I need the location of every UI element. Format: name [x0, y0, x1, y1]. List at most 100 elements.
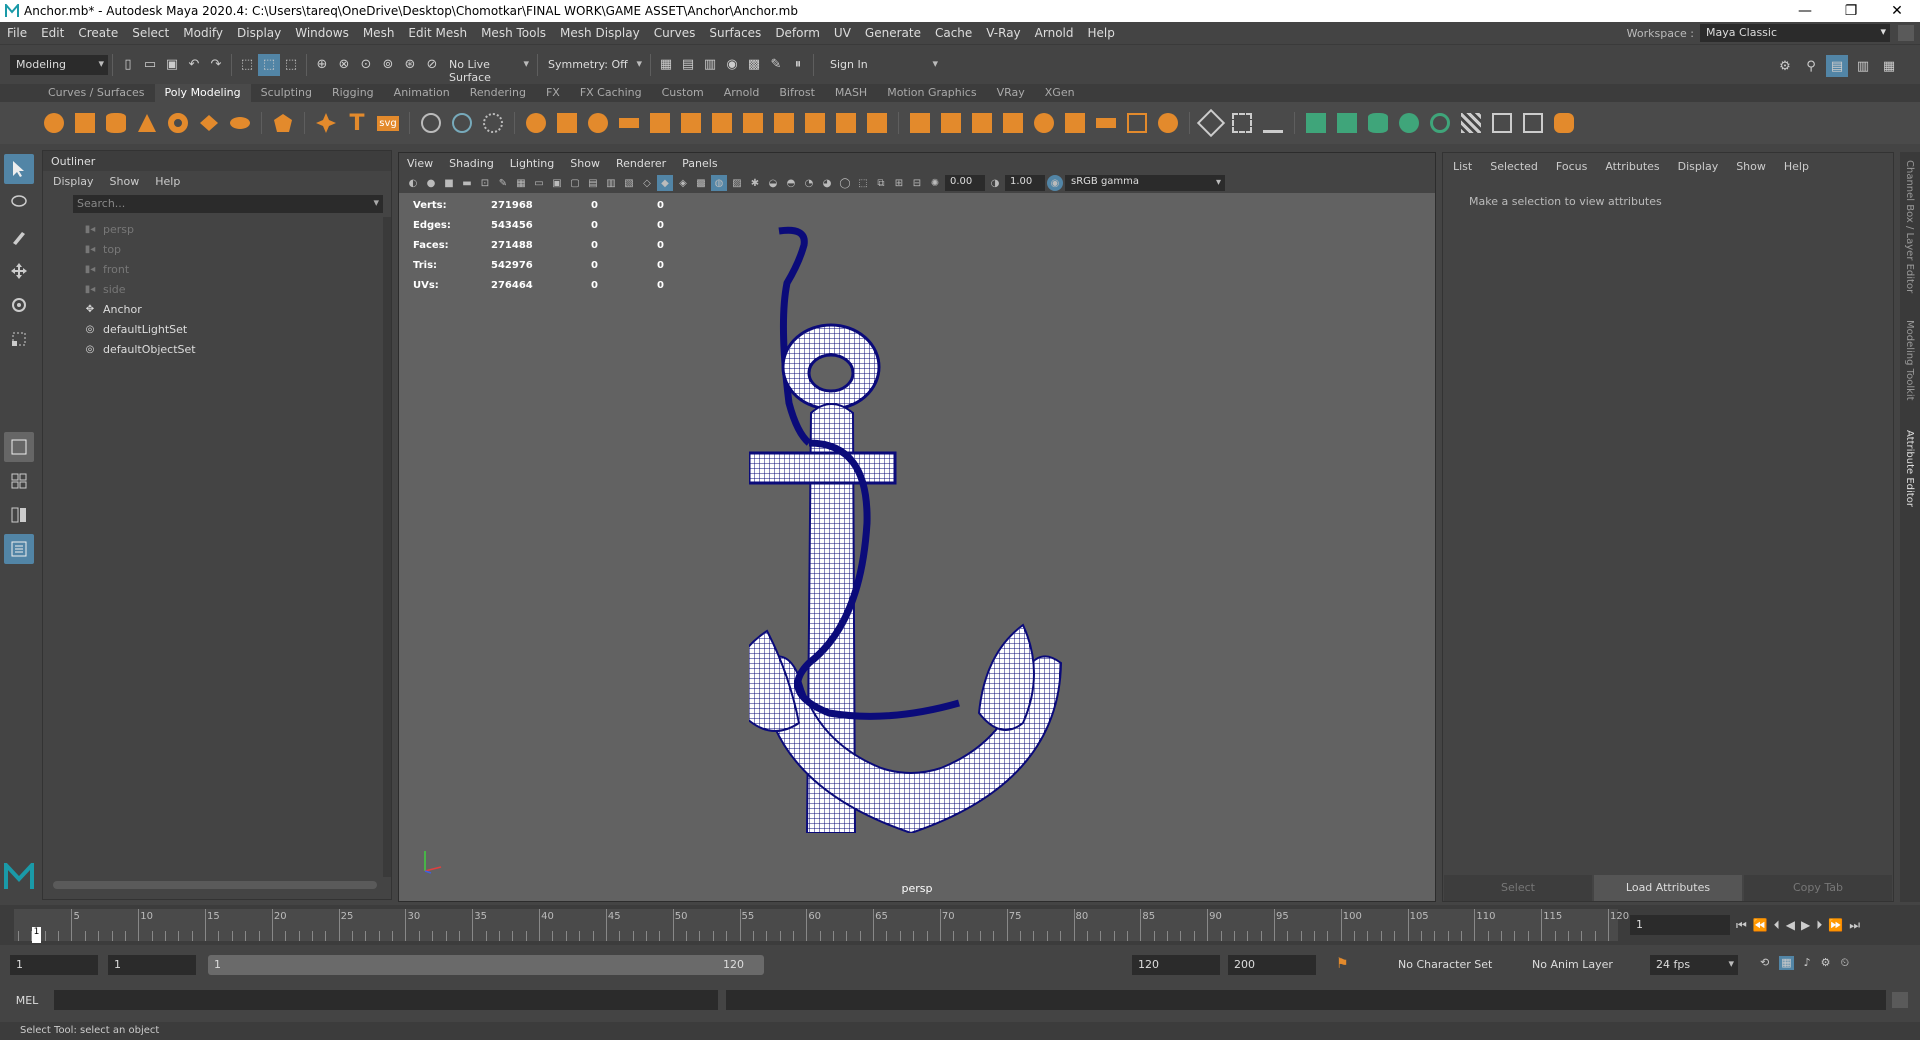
textured-icon[interactable]: ▨ — [729, 175, 745, 191]
animation-preferences-icon[interactable]: ⚙ — [1821, 956, 1831, 970]
connect-icon[interactable] — [937, 109, 965, 137]
gamma-field[interactable]: 1.00 — [1005, 175, 1045, 191]
shelf-tab-mash[interactable]: MASH — [825, 84, 877, 102]
bookmark-icon[interactable]: ■ — [441, 175, 457, 191]
play-forwards-icon[interactable]: ▶ — [1801, 918, 1810, 932]
poly-sphere-icon[interactable] — [40, 109, 68, 137]
viewport-menu-shading[interactable]: Shading — [449, 157, 494, 170]
mirror-icon[interactable] — [615, 109, 643, 137]
save-scene-icon[interactable]: ▣ — [161, 54, 183, 76]
pause-render-icon[interactable]: ⏸ — [787, 54, 809, 76]
shelf-tab-custom[interactable]: Custom — [652, 84, 714, 102]
svg-tool-icon[interactable]: svg — [374, 109, 402, 137]
ae-load-attributes-button[interactable]: Load Attributes — [1594, 875, 1742, 901]
gamma-icon[interactable]: ◑ — [987, 175, 1003, 191]
menu-windows[interactable]: Windows — [288, 26, 356, 40]
shelf-tab-curves-surfaces[interactable]: Curves / Surfaces — [38, 84, 155, 102]
auto-key-icon[interactable]: ⚑ — [1336, 956, 1349, 972]
snap-view-icon[interactable]: ⊚ — [377, 54, 399, 76]
bridge-icon[interactable] — [770, 109, 798, 137]
checker-map-icon[interactable] — [1457, 109, 1485, 137]
animation-end-field[interactable]: 200 — [1228, 955, 1316, 975]
ae-copy-tab-button[interactable]: Copy Tab — [1744, 875, 1892, 901]
extrude-icon[interactable] — [739, 109, 767, 137]
ae-menu-list[interactable]: List — [1453, 160, 1472, 173]
character-controls-icon[interactable]: ⚲ — [1800, 55, 1822, 77]
outliner-layout-icon[interactable] — [4, 534, 34, 564]
two-pane-layout-icon[interactable] — [4, 500, 34, 530]
poly-cone-icon[interactable] — [133, 109, 161, 137]
menu-surfaces[interactable]: Surfaces — [702, 26, 768, 40]
cylindrical-map-icon[interactable] — [1364, 109, 1392, 137]
snap-grid-icon[interactable]: ⊕ — [311, 54, 333, 76]
menu-curves[interactable]: Curves — [647, 26, 703, 40]
go-to-start-icon[interactable]: ⏮ — [1736, 918, 1747, 933]
outliner-item-default-object-set[interactable]: ◎ defaultObjectSet — [43, 339, 391, 359]
append-poly-icon[interactable] — [832, 109, 860, 137]
poly-torus-icon[interactable] — [164, 109, 192, 137]
shelf-tab-xgen[interactable]: XGen — [1035, 84, 1085, 102]
extract-icon[interactable] — [646, 109, 674, 137]
fill-hole-icon[interactable] — [677, 109, 705, 137]
step-back-key-icon[interactable]: ⏪ — [1753, 918, 1768, 932]
shadows-icon[interactable]: ◒ — [765, 175, 781, 191]
redo-icon[interactable]: ↷ — [205, 54, 227, 76]
current-frame-field[interactable]: 1 — [1630, 915, 1730, 935]
outliner-vertical-scrollbar[interactable] — [383, 217, 391, 877]
move-tool-icon[interactable] — [4, 256, 34, 286]
live-surface-field[interactable]: No Live Surface — [443, 54, 533, 84]
outliner-item-persp[interactable]: ▮◂ persp — [43, 219, 391, 239]
grid-icon[interactable]: ▦ — [513, 175, 529, 191]
sign-in-dropdown[interactable]: Sign In — [824, 54, 942, 75]
step-forward-frame-icon[interactable]: ⏵ — [1816, 918, 1822, 933]
shelf-tab-poly-modeling[interactable]: Poly Modeling — [154, 84, 251, 102]
smooth-icon[interactable] — [479, 109, 507, 137]
script-language-label[interactable]: MEL — [0, 994, 54, 1007]
character-set-dropdown[interactable]: No Character Set — [1380, 958, 1492, 971]
shelf-tab-animation[interactable]: Animation — [384, 84, 460, 102]
offset-edge-loop-icon[interactable] — [1061, 109, 1089, 137]
hypershade-icon[interactable]: ▩ — [743, 54, 765, 76]
viewport-menu-show[interactable]: Show — [570, 157, 600, 170]
viewport-menu-renderer[interactable]: Renderer — [616, 157, 666, 170]
image-plane-icon[interactable]: ▬ — [459, 175, 475, 191]
insert-edge-loop-icon[interactable] — [1030, 109, 1058, 137]
outliner-menu-display[interactable]: Display — [53, 175, 94, 188]
platonic-solid-icon[interactable] — [269, 109, 297, 137]
slide-edge-icon[interactable] — [999, 109, 1027, 137]
time-preferences-icon[interactable]: ⏲ — [1841, 956, 1850, 970]
scale-tool-icon[interactable] — [4, 324, 34, 354]
render-view-icon[interactable]: ▦ — [655, 54, 677, 76]
smooth-shade-icon[interactable]: ◆ — [657, 175, 673, 191]
ae-menu-show[interactable]: Show — [1736, 160, 1766, 173]
outliner-item-side[interactable]: ▮◂ side — [43, 279, 391, 299]
shelf-tab-sculpting[interactable]: Sculpting — [251, 84, 322, 102]
anti-aliasing-icon[interactable]: ◕ — [819, 175, 835, 191]
menu-mesh[interactable]: Mesh — [356, 26, 402, 40]
current-time-marker[interactable]: 1 — [32, 927, 41, 943]
cut-uv-icon[interactable] — [1488, 109, 1516, 137]
exposure-field[interactable]: 0.00 — [945, 175, 985, 191]
backface-culling-icon[interactable]: ⊟ — [909, 175, 925, 191]
rotate-tool-icon[interactable] — [4, 290, 34, 320]
shelf-tab-motion-graphics[interactable]: Motion Graphics — [877, 84, 986, 102]
render-current-icon[interactable]: ▤ — [677, 54, 699, 76]
ae-menu-selected[interactable]: Selected — [1490, 160, 1538, 173]
perspective-viewport[interactable]: View Shading Lighting Show Renderer Pane… — [398, 152, 1436, 902]
depth-of-field-icon[interactable]: ◯ — [837, 175, 853, 191]
sew-uv-icon[interactable] — [1519, 109, 1547, 137]
safe-action-icon[interactable]: ▥ — [603, 175, 619, 191]
use-all-lights-icon[interactable]: ✱ — [747, 175, 763, 191]
paint-select-tool-icon[interactable] — [4, 222, 34, 252]
menu-generate[interactable]: Generate — [858, 26, 928, 40]
menu-edit[interactable]: Edit — [34, 26, 71, 40]
viewport-menu-view[interactable]: View — [407, 157, 433, 170]
2d-pan-zoom-icon[interactable]: ⊡ — [477, 175, 493, 191]
shelf-tab-rigging[interactable]: Rigging — [322, 84, 384, 102]
command-input[interactable] — [54, 990, 718, 1010]
grease-pencil-icon[interactable]: ✎ — [495, 175, 511, 191]
menu-arnold[interactable]: Arnold — [1028, 26, 1081, 40]
step-back-frame-icon[interactable]: ⏴ — [1774, 918, 1780, 933]
target-weld-icon[interactable] — [906, 109, 934, 137]
edit-pivot-icon[interactable] — [1196, 108, 1226, 138]
